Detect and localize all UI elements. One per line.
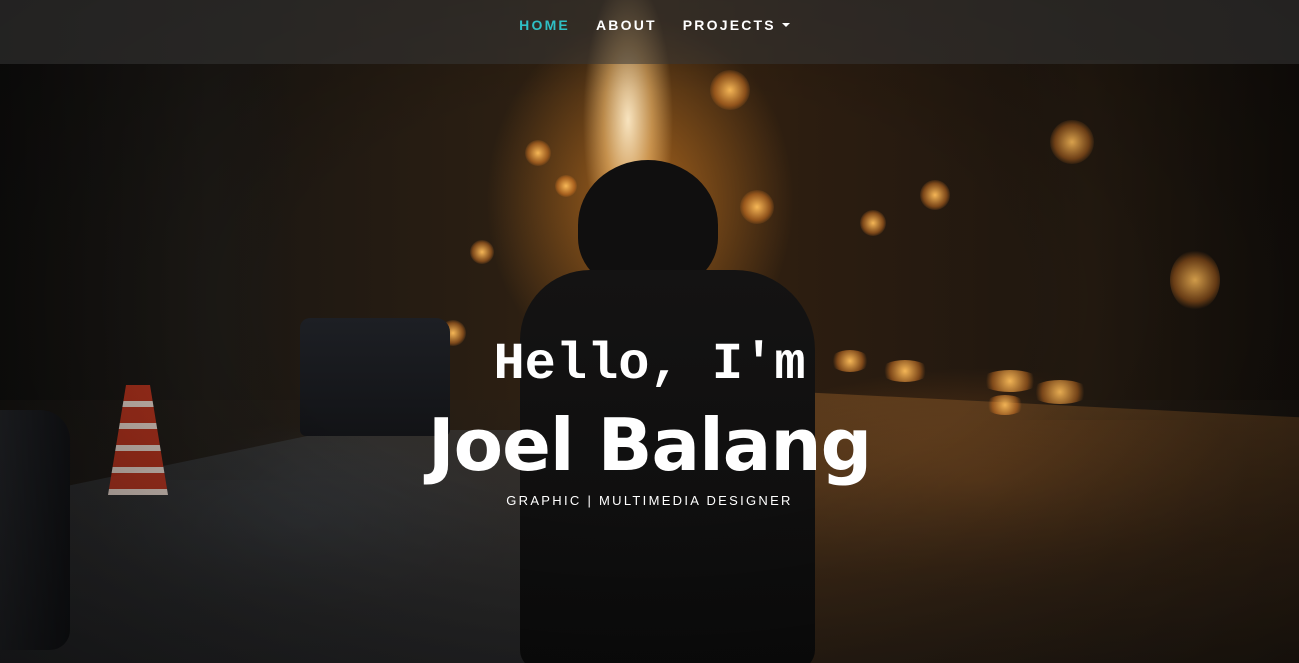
hero-role: GRAPHIC | MULTIMEDIA DESIGNER: [506, 493, 793, 508]
nav-link-projects-label: PROJECTS: [682, 17, 776, 33]
nav-item-projects: PROJECTS: [670, 17, 803, 35]
nav-link-home[interactable]: HOME: [506, 17, 583, 33]
hero-name: Joel Balang: [427, 403, 872, 487]
nav-item-home: HOME: [506, 17, 583, 35]
nav-menu: HOME ABOUT PROJECTS: [506, 17, 803, 35]
caret-down-icon: [781, 23, 790, 27]
top-navbar: HOME ABOUT PROJECTS: [0, 0, 1299, 64]
nav-link-projects-dropdown[interactable]: PROJECTS: [670, 17, 803, 33]
nav-link-about[interactable]: ABOUT: [583, 17, 670, 33]
page: HOME ABOUT PROJECTS Hello, I'm Joel Bala…: [0, 0, 1299, 663]
hero-intro: Hello, I'm Joel Balang GRAPHIC | MULTIME…: [0, 330, 1299, 512]
nav-item-about: ABOUT: [583, 17, 670, 35]
hero-greeting: Hello, I'm: [493, 335, 806, 394]
